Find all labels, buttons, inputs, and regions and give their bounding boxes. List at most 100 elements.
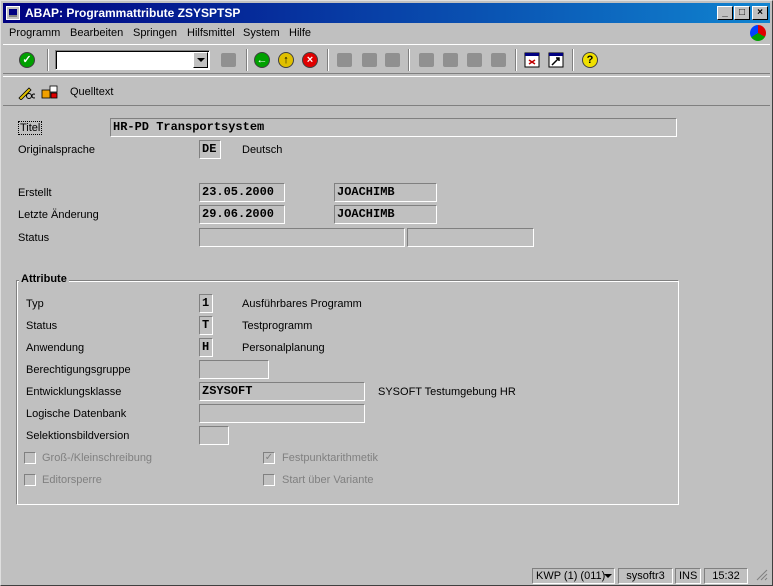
find-button[interactable] [360, 51, 378, 69]
other-object-button[interactable] [41, 83, 59, 101]
letzte-aenderung-user-field[interactable]: JOACHIMB [334, 205, 437, 224]
originalsprache-text: Deutsch [242, 144, 283, 156]
letzte-aenderung-label: Letzte Änderung [18, 209, 99, 221]
print-button[interactable] [335, 51, 353, 69]
server-panel: sysoftr3 [618, 568, 673, 584]
titel-label: Titel [18, 121, 43, 135]
next-page-button[interactable] [465, 51, 483, 69]
chevron-down-icon [196, 58, 205, 62]
toolbar-separator [327, 49, 329, 71]
sap-logo-icon [750, 25, 766, 41]
letzte-aenderung-date-field[interactable]: 29.06.2000 [199, 205, 285, 224]
sap-window-icon[interactable] [6, 6, 20, 20]
menu-hilfe[interactable]: Hilfe [289, 26, 311, 40]
command-field[interactable] [55, 50, 210, 70]
exit-button[interactable]: ↑ [277, 51, 295, 69]
titel-field[interactable]: HR-PD Transportsystem [110, 118, 677, 137]
entwicklungsklasse-text: SYSOFT Testumgebung HR [378, 386, 516, 398]
first-page-icon [418, 53, 434, 67]
time-panel: 15:32 [704, 568, 748, 584]
shortcut-button[interactable] [547, 51, 565, 69]
logische-datenbank-field[interactable] [199, 404, 365, 423]
editorsperre-checkbox[interactable] [24, 474, 36, 486]
source-code-button[interactable]: Quelltext [70, 85, 113, 99]
anwendung-label: Anwendung [26, 342, 85, 354]
standard-toolbar: ✓ ← ↑ × ? [3, 44, 770, 74]
help-button[interactable]: ? [581, 51, 599, 69]
chevron-down-icon[interactable] [604, 574, 612, 578]
selektionsbildversion-field[interactable] [199, 426, 229, 445]
create-session-icon [524, 52, 540, 68]
title-bar: ABAP: Programmattribute ZSYSPTSP _ □ × [3, 3, 770, 23]
application-toolbar: Quelltext [3, 76, 770, 106]
entwicklungsklasse-field[interactable]: ZSYSOFT [199, 382, 365, 401]
erstellt-label: Erstellt [18, 187, 52, 199]
system-info-panel[interactable]: KWP (1) (011) [532, 568, 615, 584]
command-field-dropdown[interactable] [193, 52, 208, 68]
back-arrow-icon: ← [254, 52, 270, 68]
back-button[interactable]: ← [253, 51, 271, 69]
erstellt-date-field[interactable]: 23.05.2000 [199, 183, 285, 202]
editorsperre-label: Editorsperre [42, 474, 102, 486]
entwicklungsklasse-label: Entwicklungsklasse [26, 386, 122, 398]
display-change-button[interactable] [17, 83, 35, 101]
originalsprache-label: Originalsprache [18, 144, 96, 156]
menu-springen[interactable]: Springen [133, 26, 177, 40]
checkmark-icon: ✓ [19, 52, 35, 68]
logische-datenbank-label: Logische Datenbank [26, 408, 127, 420]
menu-hilfsmittel[interactable]: Hilfsmittel [187, 26, 235, 40]
help-icon: ? [582, 52, 598, 68]
minimize-button[interactable]: _ [717, 6, 733, 20]
start-variante-label: Start über Variante [282, 474, 374, 486]
status-field-1[interactable] [199, 228, 405, 247]
create-session-button[interactable] [523, 51, 541, 69]
gross-klein-label: Groß-/Kleinschreibung [42, 452, 153, 464]
find-next-button[interactable] [383, 51, 401, 69]
gross-klein-checkbox[interactable] [24, 452, 36, 464]
insert-mode-panel: INS [675, 568, 701, 584]
typ-field[interactable]: 1 [199, 294, 213, 313]
attr-status-label: Status [26, 320, 58, 332]
system-info: KWP (1) (011) [536, 570, 606, 582]
last-page-button[interactable] [489, 51, 507, 69]
sap-window: ABAP: Programmattribute ZSYSPTSP _ □ × P… [0, 0, 773, 586]
previous-page-icon [442, 53, 458, 67]
start-variante-checkbox[interactable] [263, 474, 275, 486]
attr-status-text: Testprogramm [242, 320, 313, 332]
next-page-icon [466, 53, 482, 67]
save-button[interactable] [219, 51, 237, 69]
menu-programm[interactable]: Programm [9, 26, 60, 40]
status-label: Status [18, 232, 50, 244]
previous-page-button[interactable] [441, 51, 459, 69]
selektionsbildversion-label: Selektionsbildversion [26, 430, 130, 442]
status-field-2[interactable] [407, 228, 534, 247]
toolbar-separator [47, 49, 49, 71]
festpunkt-checkbox[interactable]: ✓ [263, 452, 275, 464]
print-icon [336, 53, 352, 67]
toolbar-separator [515, 49, 517, 71]
last-page-icon [490, 53, 506, 67]
typ-label: Typ [26, 298, 44, 310]
shortcut-icon [548, 52, 564, 68]
berechtigungsgruppe-field[interactable] [199, 360, 269, 379]
up-arrow-icon: ↑ [278, 52, 294, 68]
anwendung-text: Personalplanung [242, 342, 325, 354]
object-tree-icon [41, 85, 58, 99]
resize-grip-icon[interactable] [756, 569, 768, 581]
close-button[interactable]: × [752, 6, 768, 20]
cancel-icon: × [302, 52, 318, 68]
attr-status-field[interactable]: T [199, 316, 213, 335]
window-title: ABAP: Programmattribute ZSYSPTSP [25, 6, 241, 20]
toolbar-separator [572, 49, 574, 71]
menu-bearbeiten[interactable]: Bearbeiten [70, 26, 123, 40]
menu-system[interactable]: System [243, 26, 280, 40]
anwendung-field[interactable]: H [199, 338, 213, 357]
maximize-button[interactable]: □ [734, 6, 750, 20]
toolbar-separator [408, 49, 410, 71]
enter-button[interactable]: ✓ [18, 51, 36, 69]
cancel-button[interactable]: × [301, 51, 319, 69]
originalsprache-field[interactable]: DE [199, 140, 221, 159]
find-next-icon [384, 53, 400, 67]
erstellt-user-field[interactable]: JOACHIMB [334, 183, 437, 202]
first-page-button[interactable] [417, 51, 435, 69]
